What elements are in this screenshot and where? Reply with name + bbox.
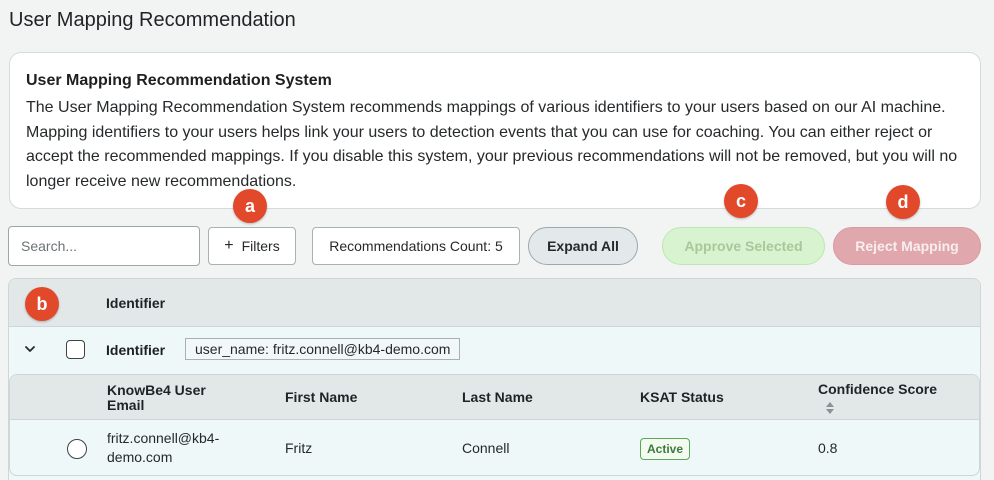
row-first-name: Fritz	[285, 440, 313, 456]
filters-button[interactable]: + Filters	[208, 227, 296, 265]
group-identifier-label: Identifier	[106, 342, 166, 358]
sort-icon[interactable]	[825, 401, 835, 415]
sub-table-header: KnowBe4 User Email First Name Last Name …	[10, 375, 979, 420]
approve-selected-button[interactable]: Approve Selected	[662, 227, 825, 265]
table-row: fritz.connell@kb4-demo.com Fritz Connell…	[10, 420, 979, 475]
search-input[interactable]	[8, 226, 200, 266]
row-confidence: 0.8	[818, 440, 838, 456]
ksat-status-column-header: KSAT Status	[640, 389, 724, 405]
identifier-tag: user_name: fritz.connell@kb4-demo.com	[185, 338, 461, 360]
user-sub-table: KnowBe4 User Email First Name Last Name …	[9, 374, 980, 476]
info-body: The User Mapping Recommendation System r…	[26, 99, 958, 190]
row-radio[interactable]	[67, 439, 87, 459]
row-email: fritz.connell@kb4-demo.com	[107, 430, 220, 465]
email-column-header: KnowBe4 User Email	[107, 382, 206, 413]
first-name-column-header: First Name	[285, 389, 358, 405]
recommendations-table: Identifier Identifier user_name: fritz.c…	[8, 278, 981, 480]
identifier-column-header: Identifier	[106, 294, 166, 311]
last-name-column-header: Last Name	[462, 389, 533, 405]
annotation-badge-d: d	[886, 185, 920, 219]
page-title: User Mapping Recommendation	[9, 9, 296, 31]
plus-icon: +	[224, 237, 234, 254]
status-badge: Active	[640, 438, 691, 460]
reject-mapping-button[interactable]: Reject Mapping	[833, 227, 981, 265]
info-card: User Mapping Recommendation System The U…	[9, 52, 981, 209]
confidence-score-column-header[interactable]: Confidence Score	[818, 382, 937, 397]
table-header: Identifier	[9, 279, 980, 327]
expand-all-button[interactable]: Expand All	[528, 227, 638, 265]
recommendations-count: Recommendations Count: 5	[312, 227, 520, 265]
info-heading: User Mapping Recommendation System	[26, 72, 332, 89]
annotation-badge-a: a	[233, 189, 267, 223]
annotation-badge-b: b	[25, 287, 59, 321]
group-checkbox[interactable]	[66, 340, 85, 359]
row-last-name: Connell	[462, 440, 510, 456]
annotation-badge-c: c	[724, 184, 758, 218]
filters-label: Filters	[241, 238, 280, 254]
chevron-down-icon[interactable]	[23, 342, 37, 356]
identifier-group-row: Identifier user_name: fritz.connell@kb4-…	[9, 327, 980, 373]
